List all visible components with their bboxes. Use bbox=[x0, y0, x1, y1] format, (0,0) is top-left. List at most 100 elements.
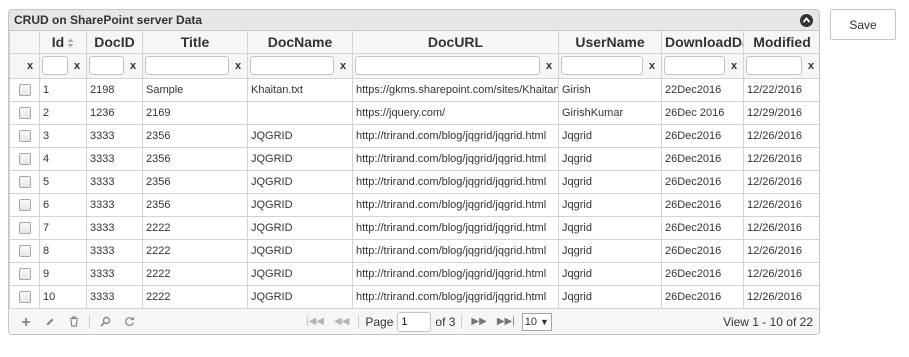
header-id[interactable]: Id bbox=[39, 31, 87, 54]
prev-page-icon[interactable]: ◀◀ bbox=[331, 316, 352, 327]
save-button[interactable]: Save bbox=[830, 9, 896, 40]
filter-clear-docname[interactable]: x bbox=[336, 60, 350, 72]
header-username[interactable]: UserName bbox=[558, 31, 662, 54]
cell-docurl: http://trirand.com/blog/jqgrid/jqgrid.ht… bbox=[352, 169, 559, 194]
table-row[interactable]: 6 3333 2356 JQGRID http://trirand.com/blog/j… bbox=[9, 192, 819, 217]
cell-username: Jqgrid bbox=[558, 238, 662, 263]
row-checkbox[interactable] bbox=[18, 221, 31, 234]
edit-pencil-icon[interactable] bbox=[39, 312, 61, 332]
header-docname[interactable]: DocName bbox=[247, 31, 353, 54]
header-docid[interactable]: DocID bbox=[86, 31, 143, 54]
row-select-cell bbox=[9, 192, 40, 217]
cell-id: 8 bbox=[39, 238, 87, 263]
row-checkbox[interactable] bbox=[18, 290, 31, 303]
filter-input-docid[interactable] bbox=[89, 56, 124, 75]
header-title[interactable]: Title bbox=[142, 31, 248, 54]
header-downloaddate[interactable]: DownloadDa bbox=[661, 31, 744, 54]
table-row[interactable]: 3 3333 2356 JQGRID http://trirand.com/blog/j… bbox=[9, 123, 819, 148]
filter-cell-docname: x bbox=[247, 52, 353, 79]
search-icon[interactable] bbox=[94, 312, 116, 332]
cell-id: 10 bbox=[39, 284, 87, 309]
trash-icon[interactable] bbox=[63, 312, 85, 332]
filter-clear-docid[interactable]: x bbox=[126, 60, 140, 72]
table-row[interactable]: 5 3333 2356 JQGRID http://trirand.com/blog/j… bbox=[9, 169, 819, 194]
cell-docid: 3333 bbox=[86, 146, 143, 171]
cell-id: 6 bbox=[39, 192, 87, 217]
row-select-cell bbox=[9, 284, 40, 309]
page-number-input[interactable] bbox=[397, 311, 432, 332]
row-checkbox[interactable] bbox=[18, 129, 31, 142]
rows-per-page-select[interactable]: 10 ▼ bbox=[521, 312, 552, 331]
cell-modified: 12/29/2016 bbox=[743, 100, 819, 125]
page-label: Page bbox=[365, 314, 394, 329]
filter-clear-docurl[interactable]: x bbox=[542, 60, 556, 72]
row-checkbox[interactable] bbox=[18, 152, 31, 165]
filter-clear-username[interactable]: x bbox=[645, 60, 659, 72]
cell-id: 9 bbox=[39, 261, 87, 286]
cell-title: 2169 bbox=[142, 100, 248, 125]
cell-title: Sample bbox=[142, 77, 248, 102]
table-row[interactable]: 9 3333 2222 JQGRID http://trirand.com/blog/j… bbox=[9, 261, 819, 286]
cell-docid: 3333 bbox=[86, 284, 143, 309]
filter-input-docname[interactable] bbox=[250, 56, 334, 75]
cell-docurl: http://trirand.com/blog/jqgrid/jqgrid.ht… bbox=[352, 284, 559, 309]
row-checkbox[interactable] bbox=[18, 106, 31, 119]
filter-cell-select: x bbox=[9, 52, 40, 79]
cell-username: Jqgrid bbox=[558, 261, 662, 286]
filter-clear-modified[interactable]: x bbox=[804, 60, 818, 72]
table-row[interactable]: 10 3333 2222 JQGRID http://trirand.com/blog/… bbox=[9, 284, 819, 309]
collapse-grid-icon[interactable] bbox=[800, 14, 813, 27]
cell-username: GirishKumar bbox=[558, 100, 662, 125]
filter-input-title[interactable] bbox=[145, 56, 229, 75]
cell-title: 2356 bbox=[142, 146, 248, 171]
filter-clear-downloaddate[interactable]: x bbox=[727, 60, 741, 72]
cell-docname: JQGRID bbox=[247, 192, 353, 217]
filter-input-username[interactable] bbox=[561, 56, 643, 75]
cell-docname: JQGRID bbox=[247, 146, 353, 171]
row-checkbox[interactable] bbox=[18, 198, 31, 211]
filter-cell-username: x bbox=[558, 52, 662, 79]
cell-docname: JQGRID bbox=[247, 261, 353, 286]
sort-icon[interactable] bbox=[67, 38, 74, 48]
pager-actions bbox=[9, 312, 299, 332]
row-select-cell bbox=[9, 77, 40, 102]
row-checkbox[interactable] bbox=[18, 267, 31, 280]
cell-downloaddate: 26Dec2016 bbox=[661, 123, 744, 148]
filter-input-docurl[interactable] bbox=[355, 56, 540, 75]
pager-navigation: |◀◀ ◀◀ Page of 3 ▶▶ ▶▶| 10▼ bbox=[303, 311, 552, 332]
table-row[interactable]: 4 3333 2356 JQGRID http://trirand.com/blog/j… bbox=[9, 146, 819, 171]
header-modified[interactable]: Modified bbox=[743, 31, 819, 54]
cell-downloaddate: 26Dec2016 bbox=[661, 169, 744, 194]
row-checkbox[interactable] bbox=[18, 83, 31, 96]
first-page-icon[interactable]: |◀◀ bbox=[303, 316, 327, 327]
cell-id: 7 bbox=[39, 215, 87, 240]
row-checkbox[interactable] bbox=[18, 244, 31, 257]
row-select-cell bbox=[9, 100, 40, 125]
filter-cell-title: x bbox=[142, 52, 248, 79]
next-page-icon[interactable]: ▶▶ bbox=[468, 316, 489, 327]
cell-modified: 12/26/2016 bbox=[743, 284, 819, 309]
refresh-icon[interactable] bbox=[118, 312, 140, 332]
last-page-icon[interactable]: ▶▶| bbox=[494, 316, 518, 327]
cell-docname: JQGRID bbox=[247, 169, 353, 194]
cell-modified: 12/26/2016 bbox=[743, 192, 819, 217]
pager-separator bbox=[358, 314, 360, 329]
row-checkbox[interactable] bbox=[18, 175, 31, 188]
filter-input-id[interactable] bbox=[42, 56, 68, 75]
row-select-cell bbox=[9, 123, 40, 148]
table-row[interactable]: 8 3333 2222 JQGRID http://trirand.com/blog/j… bbox=[9, 238, 819, 263]
filter-clear-select[interactable]: x bbox=[23, 60, 37, 72]
cell-username: Jqgrid bbox=[558, 169, 662, 194]
plus-icon[interactable] bbox=[15, 312, 37, 332]
table-row[interactable]: 2 1236 2169 https://jquery.com/GirishKumar 2… bbox=[9, 100, 819, 125]
cell-modified: 12/26/2016 bbox=[743, 123, 819, 148]
filter-clear-id[interactable]: x bbox=[70, 60, 84, 72]
table-row[interactable]: 7 3333 2222 JQGRID http://trirand.com/blog/j… bbox=[9, 215, 819, 240]
filter-input-modified[interactable] bbox=[746, 56, 802, 75]
header-docurl[interactable]: DocURL bbox=[352, 31, 559, 54]
cell-downloaddate: 26Dec2016 bbox=[661, 284, 744, 309]
cell-downloaddate: 26Dec 2016 bbox=[661, 100, 744, 125]
filter-input-downloaddate[interactable] bbox=[664, 56, 725, 75]
table-row[interactable]: 1 2198 Sample Khaitan.txt https://gkms.share… bbox=[9, 77, 819, 102]
filter-clear-title[interactable]: x bbox=[231, 60, 245, 72]
